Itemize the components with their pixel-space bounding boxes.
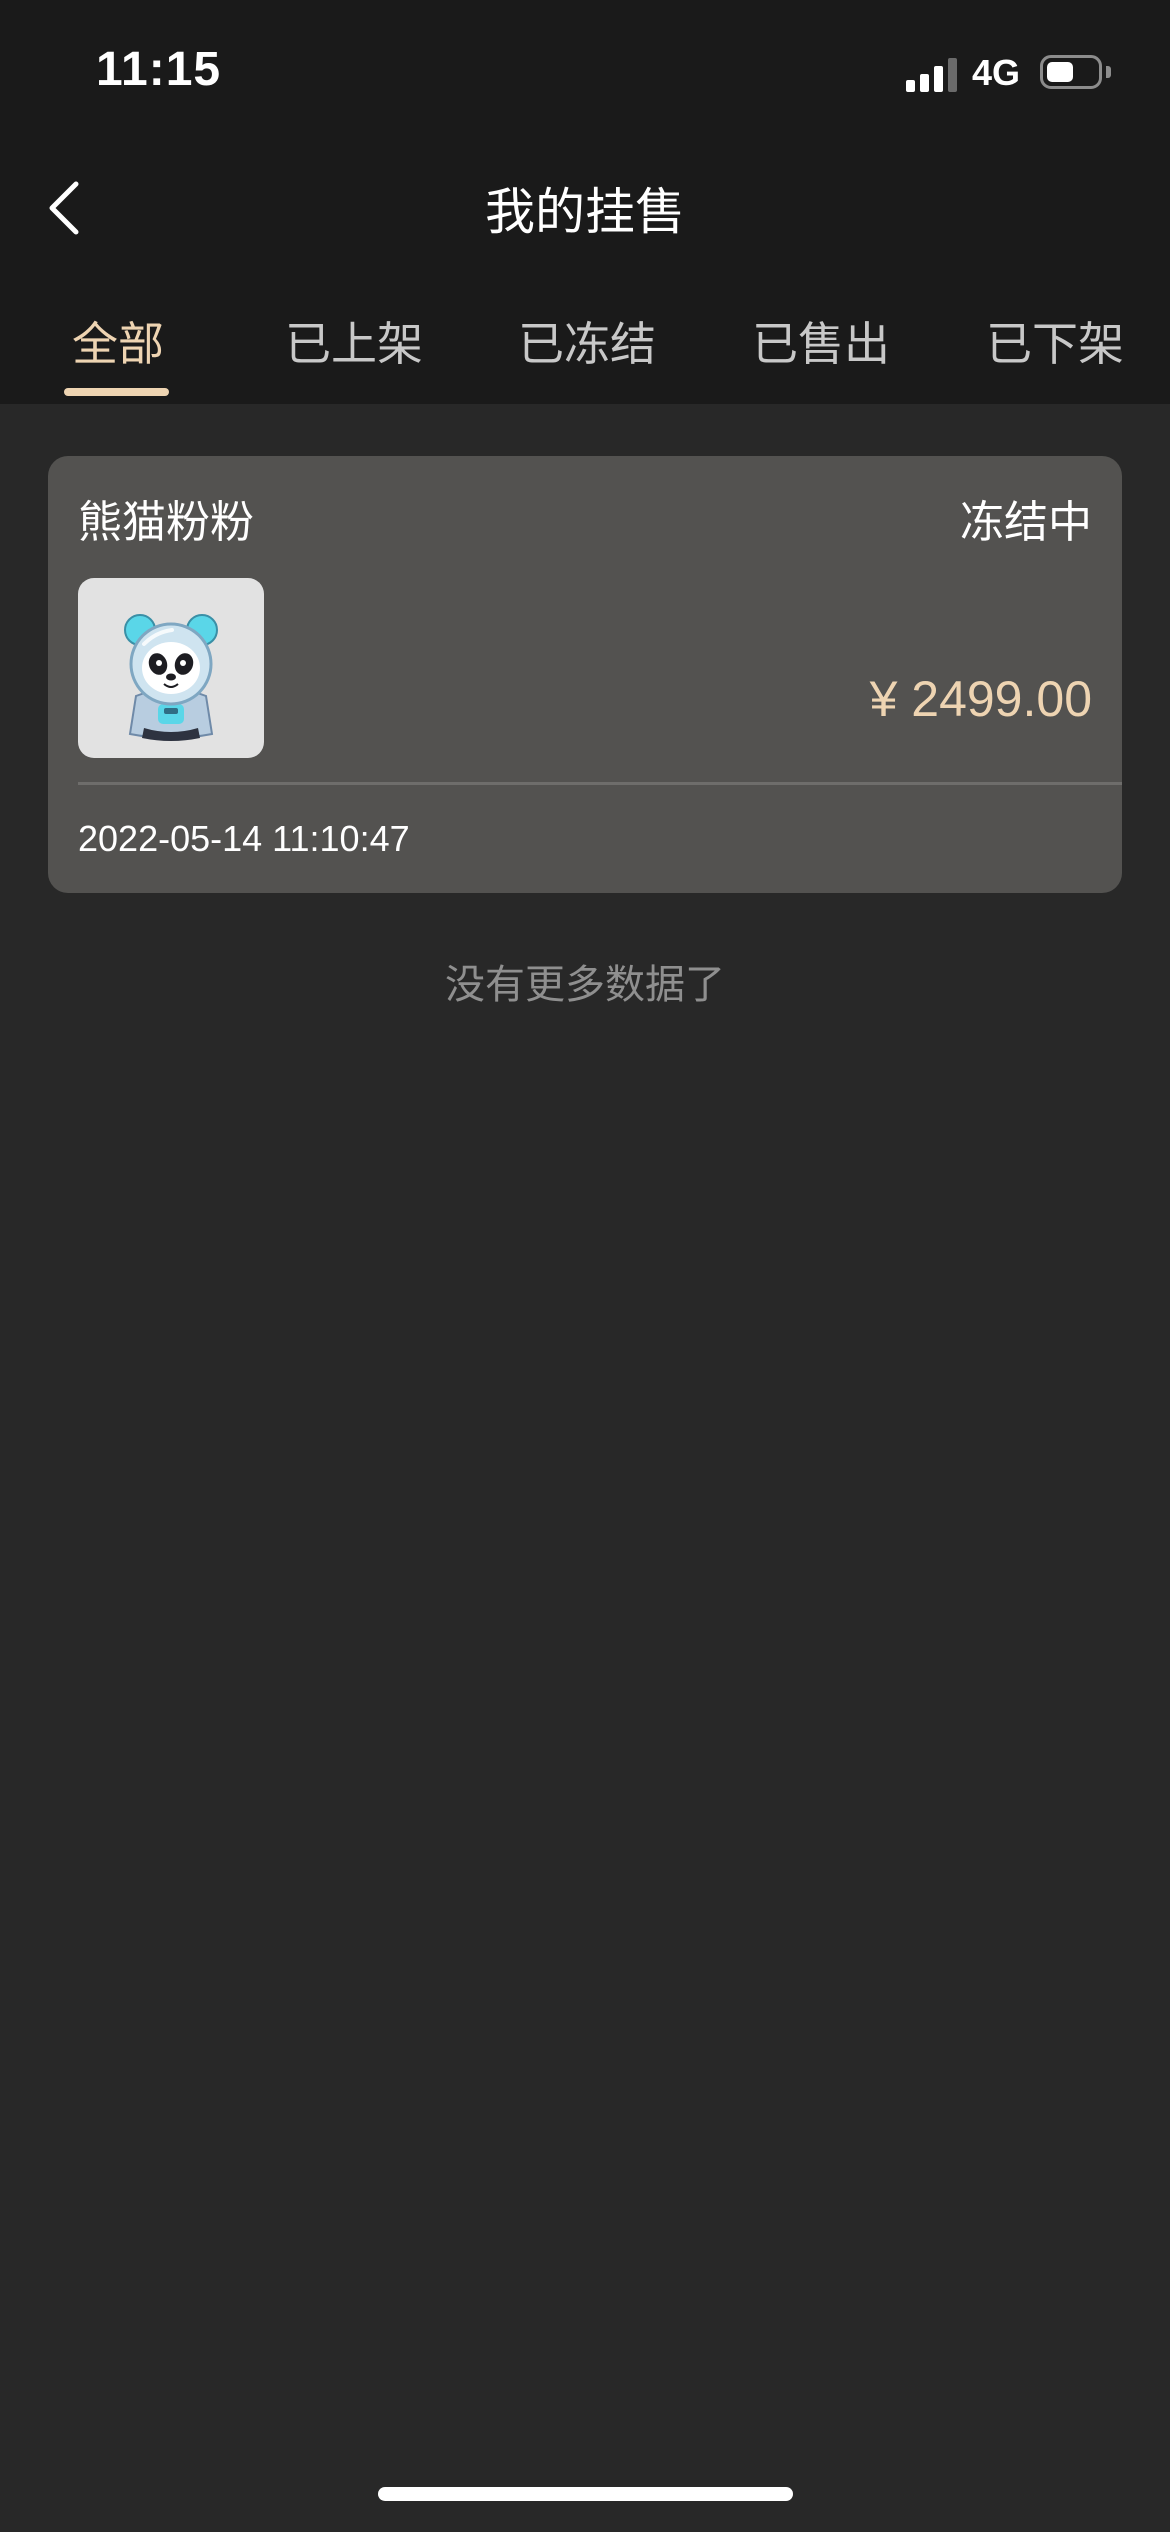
battery-cap	[1106, 66, 1111, 78]
battery-icon	[1040, 55, 1102, 89]
status-tabs: 全部 已上架 已冻结 已售出 已下架	[0, 290, 1170, 404]
item-thumbnail	[78, 578, 264, 758]
page-title: 我的挂售	[485, 183, 685, 241]
no-more-data-text: 没有更多数据了	[445, 962, 725, 1008]
panda-astronaut-icon	[124, 614, 218, 741]
header-area: 11:15 4G 我的挂售 全部 已上架 已冻结 已售出 已下架	[0, 0, 1170, 404]
tab-all[interactable]: 全部	[72, 308, 164, 374]
status-badge: 冻结中	[960, 497, 1092, 548]
item-price: ¥ 2499.00	[869, 671, 1092, 727]
status-bar: 11:15 4G	[0, 0, 1170, 140]
my-listings-screen: 11:15 4G 我的挂售 全部 已上架 已冻结 已售出 已下架 熊猫粉粉 冻结…	[0, 0, 1170, 2532]
status-time: 11:15	[96, 43, 222, 96]
listing-card[interactable]: 熊猫粉粉 冻结中 ¥ 2499.00 2022-05-14 11:10:47	[48, 456, 1122, 893]
home-indicator[interactable]	[378, 2487, 793, 2501]
tab-delisted[interactable]: 已下架	[986, 308, 1124, 374]
nav-bar: 我的挂售	[0, 140, 1170, 270]
tab-frozen[interactable]: 已冻结	[518, 308, 656, 374]
network-type: 4G	[972, 52, 1021, 93]
cellular-signal-icon	[906, 56, 960, 92]
listing-date: 2022-05-14 11:10:47	[78, 818, 410, 859]
tab-sold[interactable]: 已售出	[752, 308, 890, 374]
card-divider	[78, 782, 1122, 785]
item-name: 熊猫粉粉	[78, 497, 254, 548]
battery-level	[1047, 62, 1073, 82]
tab-listed[interactable]: 已上架	[285, 308, 423, 374]
active-tab-indicator	[64, 388, 169, 396]
